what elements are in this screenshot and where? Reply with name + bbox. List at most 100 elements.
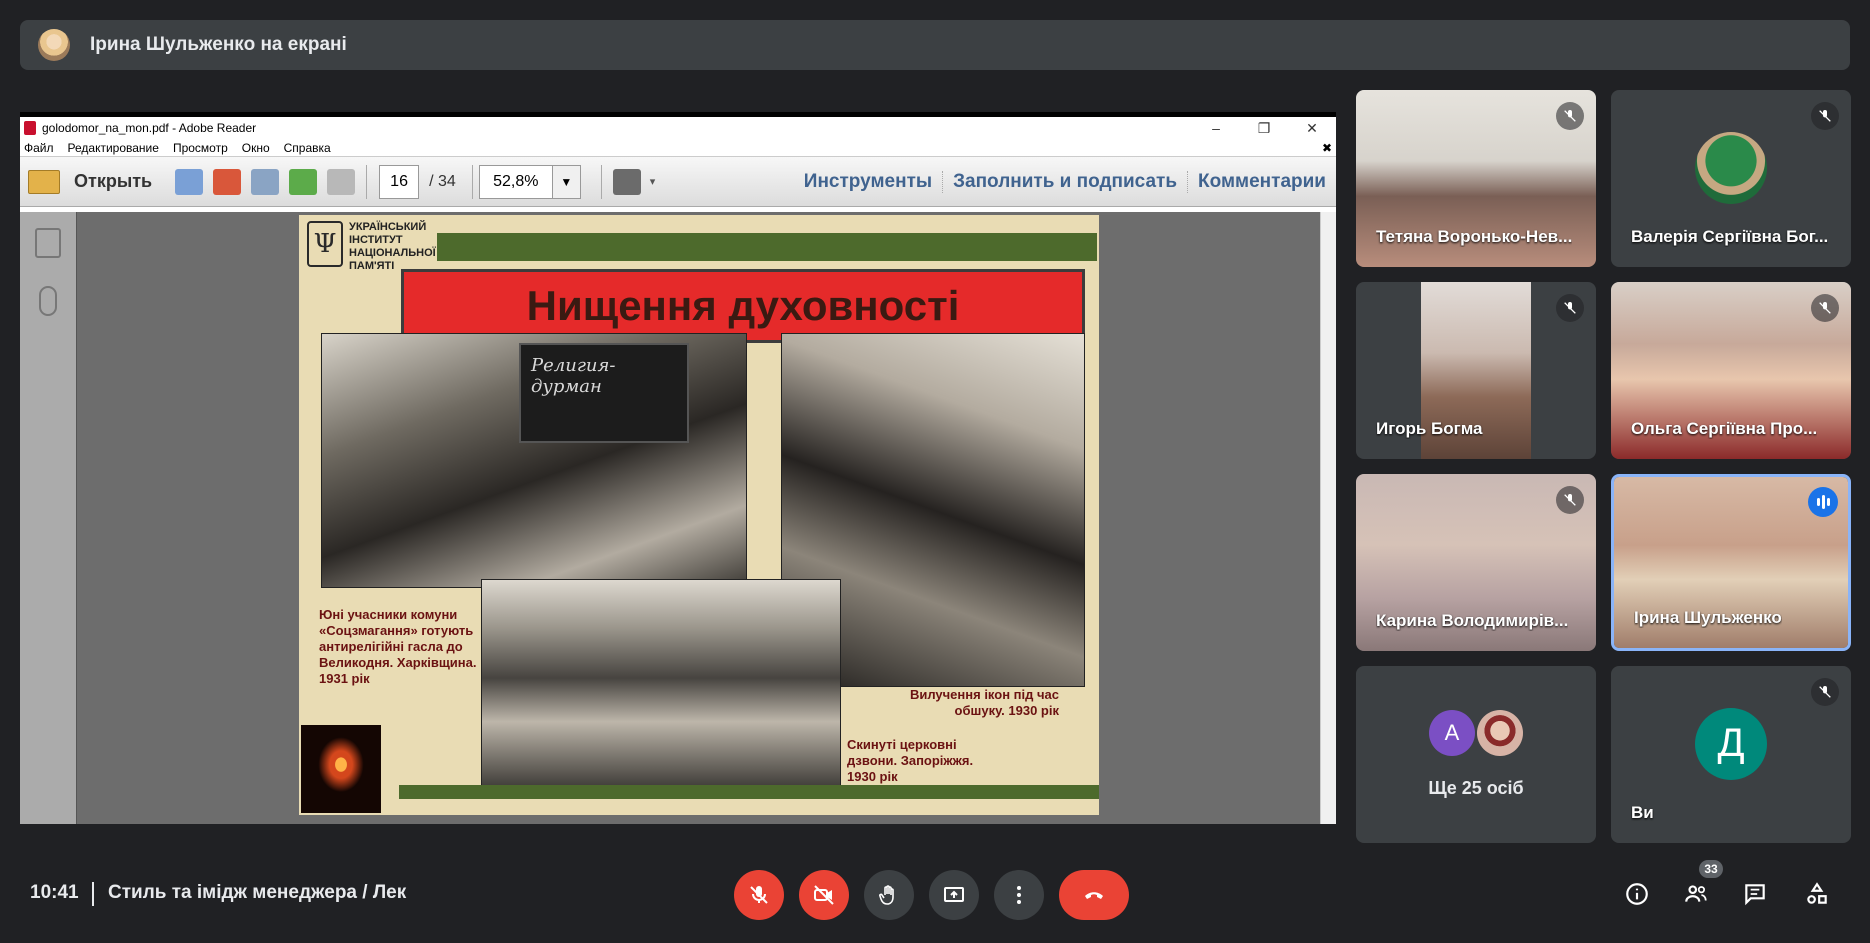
activities-icon <box>1807 882 1827 904</box>
close-doc-icon[interactable]: ✖ <box>1322 141 1332 155</box>
shared-screen: golodomor_na_mon.pdf - Adobe Reader – ❐ … <box>20 112 1336 824</box>
fullscreen-icon[interactable] <box>612 168 641 195</box>
participant-tile[interactable]: Валерія Сергіївна Бог... <box>1611 90 1851 267</box>
present-screen-icon <box>944 887 964 902</box>
self-name: Ви <box>1631 803 1654 822</box>
participant-avatar <box>1477 710 1523 756</box>
restore-icon[interactable]: ❐ <box>1240 120 1288 137</box>
toolbar-separator <box>366 164 368 199</box>
mic-off-icon <box>1556 294 1584 322</box>
mic-toggle-button[interactable] <box>734 870 784 920</box>
navigation-pane <box>20 212 77 824</box>
reader-toolbar: Открыть 16 / 34 52,8% ▼ ▾ Инструменты За… <box>20 157 1336 207</box>
participant-name: Ольга Сергіївна Про... <box>1631 419 1818 438</box>
leave-call-button[interactable] <box>1059 870 1129 920</box>
vertical-scrollbar[interactable] <box>1320 212 1336 824</box>
slide-title: Нищення духовності <box>401 269 1085 343</box>
participant-name: Карина Володимирів... <box>1376 611 1569 630</box>
open-button[interactable]: Открыть <box>28 169 153 194</box>
meeting-details-button[interactable] <box>1621 878 1653 910</box>
tools-link[interactable]: Инструменты <box>794 171 942 193</box>
mic-off-icon <box>1556 102 1584 130</box>
folder-icon <box>28 169 60 194</box>
more-participants-avatars: А <box>1356 710 1596 756</box>
export-pdf-icon[interactable] <box>213 168 242 195</box>
pages-panel-icon[interactable] <box>35 228 61 258</box>
zoom-dropdown-icon[interactable]: ▼ <box>552 164 581 199</box>
camera-off-icon <box>814 885 834 905</box>
toolbar-separator <box>600 164 602 199</box>
institute-name: УКРАЇНСЬКИЙ ІНСТИТУТ НАЦІОНАЛЬНОЇ ПАМ'ЯТ… <box>349 221 436 272</box>
mic-off-icon <box>1811 102 1839 130</box>
save-icon[interactable] <box>327 168 356 195</box>
mic-off-icon <box>1811 678 1839 706</box>
candle-image <box>301 725 381 813</box>
people-icon <box>1685 885 1707 902</box>
chat-icon <box>1745 884 1765 906</box>
more-participants-tile[interactable]: А Ще 25 осіб <box>1356 666 1596 843</box>
caption-bells: Скинуті церковні дзвони. Запоріжжя. 1930… <box>847 737 974 784</box>
document-area: Ψ УКРАЇНСЬКИЙ ІНСТИТУТ НАЦІОНАЛЬНОЇ ПАМ'… <box>20 212 1336 824</box>
participant-tile-active-speaker[interactable]: Ірина Шульженко <box>1611 474 1851 651</box>
activities-button[interactable] <box>1801 878 1833 910</box>
presenting-label: Ірина Шульженко на екрані <box>90 34 347 55</box>
more-participants-label: Ще 25 осіб <box>1428 778 1524 798</box>
present-button[interactable] <box>929 870 979 920</box>
bottom-bar: 10:41 Стиль та імідж менеджера / Лек 33 <box>0 860 1870 926</box>
participant-name: Игорь Богма <box>1376 419 1483 438</box>
menu-help[interactable]: Справка <box>284 141 331 155</box>
reader-titlebar: golodomor_na_mon.pdf - Adobe Reader – ❐ … <box>20 117 1336 139</box>
toolbar-overflow-icon[interactable]: ▾ <box>650 175 656 188</box>
participant-avatar <box>1695 131 1767 204</box>
menu-window[interactable]: Окно <box>242 141 270 155</box>
upload-icon[interactable] <box>289 168 318 195</box>
caption-children: Юні учасники комуни «Соцзмагання» готуют… <box>319 607 477 686</box>
meeting-title: Стиль та імідж менеджера / Лек <box>108 882 407 903</box>
page-number-input[interactable]: 16 <box>379 164 420 199</box>
hand-icon <box>879 885 894 905</box>
divider <box>92 882 94 906</box>
reader-menubar: Файл Редактирование Просмотр Окно Справк… <box>20 139 1336 157</box>
participant-name: Валерія Сергіївна Бог... <box>1631 227 1829 246</box>
institute-logo: Ψ УКРАЇНСЬКИЙ ІНСТИТУТ НАЦІОНАЛЬНОЇ ПАМ'… <box>307 221 439 273</box>
raise-hand-button[interactable] <box>864 870 914 920</box>
bottom-stripe <box>399 785 1099 799</box>
participant-tile[interactable]: Тетяна Воронько-Нев... <box>1356 90 1596 267</box>
top-stripe <box>437 233 1097 261</box>
clock: 10:41 <box>30 882 79 903</box>
menu-view[interactable]: Просмотр <box>173 141 228 155</box>
participant-name: Ірина Шульженко <box>1634 608 1782 627</box>
participant-tile[interactable]: Ольга Сергіївна Про... <box>1611 282 1851 459</box>
sign-icon[interactable] <box>251 168 280 195</box>
menu-file[interactable]: Файл <box>24 141 54 155</box>
trident-icon: Ψ <box>307 221 343 267</box>
close-icon[interactable]: ✕ <box>1288 120 1336 137</box>
participant-tile[interactable]: Карина Володимирів... <box>1356 474 1596 651</box>
create-pdf-icon[interactable] <box>175 168 204 195</box>
participant-count-badge: 33 <box>1699 860 1723 878</box>
open-label: Открыть <box>74 171 153 191</box>
menu-edit[interactable]: Редактирование <box>68 141 159 155</box>
toolbar-separator <box>471 164 473 199</box>
presenting-banner: Ірина Шульженко на екрані <box>20 20 1850 70</box>
more-options-button[interactable] <box>994 870 1044 920</box>
self-tile[interactable]: Д Ви <box>1611 666 1851 843</box>
minimize-icon[interactable]: – <box>1192 120 1240 137</box>
speaking-indicator-icon <box>1808 487 1838 517</box>
camera-toggle-button[interactable] <box>799 870 849 920</box>
participant-name: Тетяна Воронько-Нев... <box>1376 227 1573 246</box>
comments-link[interactable]: Комментарии <box>1187 170 1336 193</box>
hang-up-icon <box>1085 892 1103 899</box>
chat-button[interactable] <box>1739 878 1771 910</box>
participant-tile[interactable]: Игорь Богма <box>1356 282 1596 459</box>
zoom-input[interactable]: 52,8% <box>478 164 553 199</box>
chalkboard: Религия-дурман <box>519 343 689 443</box>
attachment-icon[interactable] <box>39 286 57 316</box>
people-button[interactable] <box>1680 878 1712 910</box>
caption-icons: Вилучення ікон під час обшуку. 1930 рік <box>909 687 1059 718</box>
mic-off-icon <box>1556 486 1584 514</box>
presenter-avatar <box>38 29 70 61</box>
photo-church-bells <box>481 579 841 799</box>
fill-sign-link[interactable]: Заполнить и подписать <box>942 170 1187 193</box>
info-icon <box>1626 883 1648 905</box>
